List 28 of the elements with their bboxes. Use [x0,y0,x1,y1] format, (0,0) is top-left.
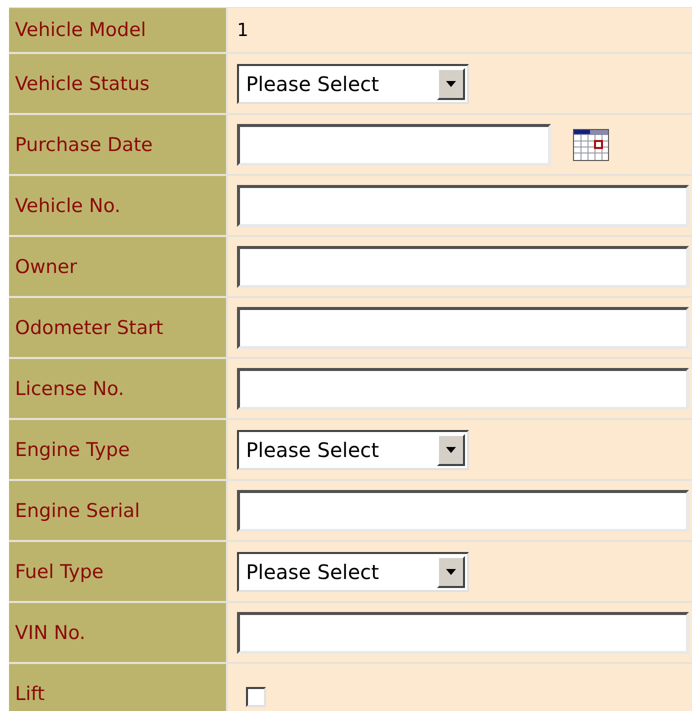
field-label: VIN No. [9,603,226,662]
caret-icon [437,68,465,100]
field-label: Engine Serial [9,481,226,540]
date-input-field[interactable] [237,124,551,166]
text-input-field[interactable] [237,184,689,226]
field-value: 1 [237,20,248,40]
text-input-field[interactable] [237,490,689,532]
dropdown[interactable]: Please Select [237,64,469,104]
field-label: Engine Type [9,420,226,479]
field-label: Lift [9,664,226,711]
text-input-field[interactable] [237,368,689,410]
text-input-field[interactable] [237,246,689,288]
caret-icon [437,556,465,588]
dropdown[interactable]: Please Select [237,552,469,592]
field-label: Purchase Date [9,115,226,174]
field-label: Fuel Type [9,542,226,601]
field-label: License No. [9,359,226,418]
text-input-field[interactable] [237,612,689,654]
dropdown[interactable]: Please Select [237,430,469,470]
field-label: Vehicle Status [9,54,226,113]
field-label: Vehicle No. [9,176,226,235]
calendar-icon[interactable] [573,128,609,160]
caret-icon [437,434,465,466]
field-label: Vehicle Model [9,8,226,52]
checkbox[interactable] [246,686,266,706]
field-label: Owner [9,237,226,296]
text-input-field[interactable] [237,306,689,348]
field-label: Odometer Start [9,298,226,357]
